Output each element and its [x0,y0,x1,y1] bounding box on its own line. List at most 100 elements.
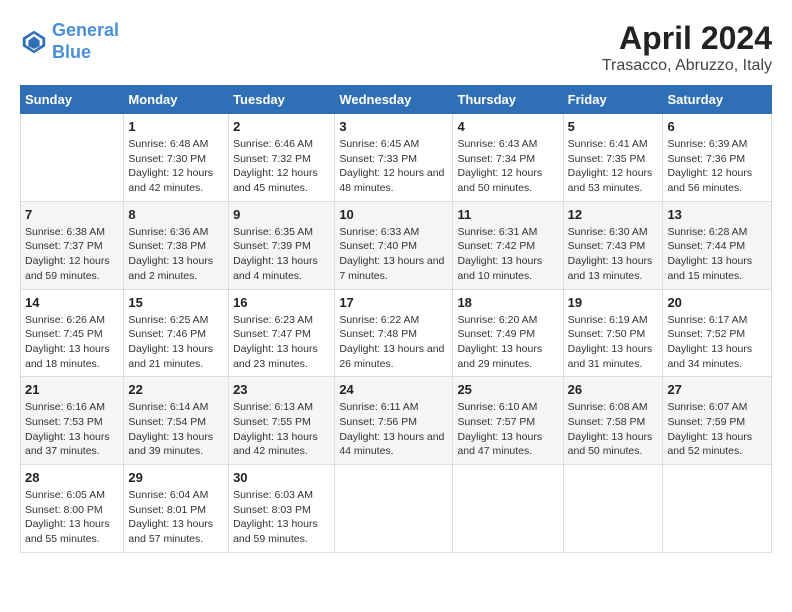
day-number: 10 [339,207,448,222]
main-title: April 2024 [602,20,772,57]
day-cell: 4 Sunrise: 6:43 AMSunset: 7:34 PMDaylight… [453,114,563,202]
day-cell [563,465,663,553]
day-cell [663,465,772,553]
day-cell: 12Sunrise: 6:30 AMSunset: 7:43 PMDayligh… [563,201,663,289]
day-cell: 17Sunrise: 6:22 AMSunset: 7:48 PMDayligh… [335,289,453,377]
day-info: Sunrise: 6:39 AMSunset: 7:36 PMDaylight:… [667,137,767,196]
day-info: Sunrise: 6:48 AMSunset: 7:30 PMDaylight:… [128,137,224,196]
day-info: Sunrise: 6:26 AMSunset: 7:45 PMDaylight:… [25,313,119,372]
day-info: Sunrise: 6:10 AMSunset: 7:57 PMDaylight:… [457,400,558,459]
day-cell: 18 Sunrise: 6:20 AMSunset: 7:49 PMDayligh… [453,289,563,377]
day-number: 24 [339,382,448,397]
day-number: 2 [233,119,330,134]
header-monday: Monday [124,86,229,114]
header-saturday: Saturday [663,86,772,114]
day-cell: 6Sunrise: 6:39 AMSunset: 7:36 PMDaylight… [663,114,772,202]
header-row: SundayMondayTuesdayWednesdayThursdayFrid… [21,86,772,114]
title-area: April 2024 Trasacco, Abruzzo, Italy [602,20,772,75]
day-number: 9 [233,207,330,222]
day-info: Sunrise: 6:11 AMSunset: 7:56 PMDaylight:… [339,400,448,459]
calendar-table: SundayMondayTuesdayWednesdayThursdayFrid… [20,85,772,553]
day-number: 17 [339,295,448,310]
header-friday: Friday [563,86,663,114]
day-info: Sunrise: 6:07 AMSunset: 7:59 PMDaylight:… [667,400,767,459]
day-info: Sunrise: 6:45 AMSunset: 7:33 PMDaylight:… [339,137,448,196]
day-info: Sunrise: 6:03 AMSunset: 8:03 PMDaylight:… [233,488,330,547]
day-info: Sunrise: 6:36 AMSunset: 7:38 PMDaylight:… [128,225,224,284]
header-thursday: Thursday [453,86,563,114]
day-info: Sunrise: 6:46 AMSunset: 7:32 PMDaylight:… [233,137,330,196]
day-cell: 24 Sunrise: 6:11 AMSunset: 7:56 PMDayligh… [335,377,453,465]
day-cell: 3 Sunrise: 6:45 AMSunset: 7:33 PMDaylight… [335,114,453,202]
day-cell [21,114,124,202]
day-number: 22 [128,382,224,397]
day-info: Sunrise: 6:35 AMSunset: 7:39 PMDaylight:… [233,225,330,284]
day-number: 5 [568,119,659,134]
day-cell: 13 Sunrise: 6:28 AMSunset: 7:44 PMDayligh… [663,201,772,289]
week-row-2: 7 Sunrise: 6:38 AMSunset: 7:37 PMDaylight… [21,201,772,289]
day-info: Sunrise: 6:28 AMSunset: 7:44 PMDaylight:… [667,225,767,284]
logo-icon [20,28,48,56]
day-info: Sunrise: 6:17 AMSunset: 7:52 PMDaylight:… [667,313,767,372]
page-header: General Blue April 2024 Trasacco, Abruzz… [20,20,772,75]
day-number: 1 [128,119,224,134]
week-row-3: 14 Sunrise: 6:26 AMSunset: 7:45 PMDayligh… [21,289,772,377]
day-info: Sunrise: 6:20 AMSunset: 7:49 PMDaylight:… [457,313,558,372]
day-cell: 9 Sunrise: 6:35 AMSunset: 7:39 PMDaylight… [229,201,335,289]
day-info: Sunrise: 6:33 AMSunset: 7:40 PMDaylight:… [339,225,448,284]
day-number: 28 [25,470,119,485]
day-number: 11 [457,207,558,222]
day-cell: 22 Sunrise: 6:14 AMSunset: 7:54 PMDayligh… [124,377,229,465]
week-row-1: 1 Sunrise: 6:48 AMSunset: 7:30 PMDaylight… [21,114,772,202]
header-wednesday: Wednesday [335,86,453,114]
day-cell: 29 Sunrise: 6:04 AMSunset: 8:01 PMDayligh… [124,465,229,553]
day-number: 13 [667,207,767,222]
day-number: 16 [233,295,330,310]
day-cell: 30 Sunrise: 6:03 AMSunset: 8:03 PMDayligh… [229,465,335,553]
day-info: Sunrise: 6:43 AMSunset: 7:34 PMDaylight:… [457,137,558,196]
day-info: Sunrise: 6:13 AMSunset: 7:55 PMDaylight:… [233,400,330,459]
day-number: 14 [25,295,119,310]
day-number: 30 [233,470,330,485]
day-number: 21 [25,382,119,397]
day-number: 7 [25,207,119,222]
header-tuesday: Tuesday [229,86,335,114]
day-cell: 8 Sunrise: 6:36 AMSunset: 7:38 PMDaylight… [124,201,229,289]
day-cell: 28Sunrise: 6:05 AMSunset: 8:00 PMDayligh… [21,465,124,553]
day-cell: 10 Sunrise: 6:33 AMSunset: 7:40 PMDayligh… [335,201,453,289]
day-cell: 16 Sunrise: 6:23 AMSunset: 7:47 PMDayligh… [229,289,335,377]
day-cell: 25 Sunrise: 6:10 AMSunset: 7:57 PMDayligh… [453,377,563,465]
day-cell: 20Sunrise: 6:17 AMSunset: 7:52 PMDayligh… [663,289,772,377]
day-number: 25 [457,382,558,397]
day-number: 19 [568,295,659,310]
day-number: 27 [667,382,767,397]
day-cell: 1 Sunrise: 6:48 AMSunset: 7:30 PMDaylight… [124,114,229,202]
logo-text: General Blue [52,20,119,63]
day-number: 3 [339,119,448,134]
day-info: Sunrise: 6:41 AMSunset: 7:35 PMDaylight:… [568,137,659,196]
day-number: 18 [457,295,558,310]
day-cell: 14 Sunrise: 6:26 AMSunset: 7:45 PMDayligh… [21,289,124,377]
header-sunday: Sunday [21,86,124,114]
day-info: Sunrise: 6:08 AMSunset: 7:58 PMDaylight:… [568,400,659,459]
day-info: Sunrise: 6:30 AMSunset: 7:43 PMDaylight:… [568,225,659,284]
day-cell: 27 Sunrise: 6:07 AMSunset: 7:59 PMDayligh… [663,377,772,465]
day-info: Sunrise: 6:04 AMSunset: 8:01 PMDaylight:… [128,488,224,547]
day-number: 8 [128,207,224,222]
day-info: Sunrise: 6:38 AMSunset: 7:37 PMDaylight:… [25,225,119,284]
week-row-4: 21 Sunrise: 6:16 AMSunset: 7:53 PMDayligh… [21,377,772,465]
day-info: Sunrise: 6:25 AMSunset: 7:46 PMDaylight:… [128,313,224,372]
logo: General Blue [20,20,119,63]
day-info: Sunrise: 6:23 AMSunset: 7:47 PMDaylight:… [233,313,330,372]
day-info: Sunrise: 6:14 AMSunset: 7:54 PMDaylight:… [128,400,224,459]
day-cell [453,465,563,553]
day-cell: 5 Sunrise: 6:41 AMSunset: 7:35 PMDaylight… [563,114,663,202]
day-info: Sunrise: 6:16 AMSunset: 7:53 PMDaylight:… [25,400,119,459]
day-cell: 26Sunrise: 6:08 AMSunset: 7:58 PMDayligh… [563,377,663,465]
day-cell: 11Sunrise: 6:31 AMSunset: 7:42 PMDayligh… [453,201,563,289]
day-cell: 19Sunrise: 6:19 AMSunset: 7:50 PMDayligh… [563,289,663,377]
day-number: 4 [457,119,558,134]
day-cell: 2 Sunrise: 6:46 AMSunset: 7:32 PMDaylight… [229,114,335,202]
day-number: 29 [128,470,224,485]
day-cell [335,465,453,553]
